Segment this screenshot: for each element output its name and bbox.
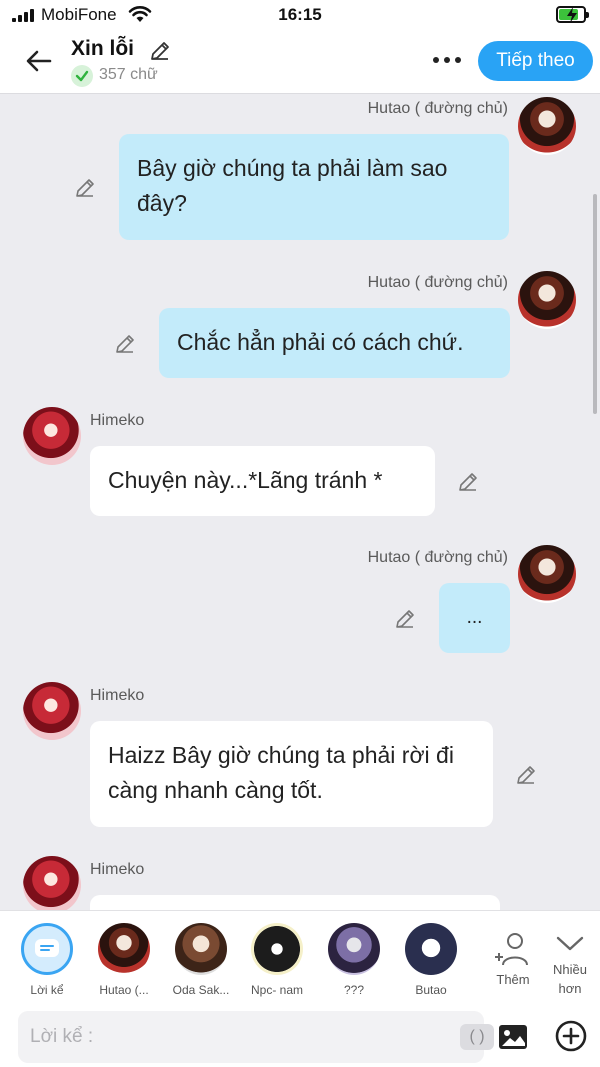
add-character-button[interactable]: Thêm: [491, 931, 535, 987]
character-unknown[interactable]: ???: [316, 921, 392, 997]
message-bubble[interactable]: Haizz Bây giờ chúng ta phải rời đi càng …: [90, 721, 493, 827]
message-bubble[interactable]: Chắc hẳn phải có cách chứ.: [159, 308, 510, 378]
character-label: Npc- nam: [250, 983, 303, 997]
message-bubble[interactable]: Bây giờ chúng ta phải làm sao đây?: [119, 134, 509, 240]
pencil-icon[interactable]: [393, 607, 417, 631]
speaker-name: Himeko: [90, 861, 145, 878]
speaker-name: Hutao ( đường chủ): [367, 100, 508, 117]
speaker-name: Hutao ( đường chủ): [367, 549, 508, 566]
more-dots-icon[interactable]: [433, 57, 461, 63]
narrator-icon: [21, 923, 73, 975]
story-title: Xin lỗi: [71, 37, 134, 60]
pencil-icon[interactable]: [73, 176, 97, 200]
clock: 16:15: [278, 5, 322, 24]
speaker-name: Himeko: [90, 412, 145, 429]
add-character-label: Thêm: [496, 972, 530, 987]
plus-circle-icon[interactable]: [554, 1019, 588, 1053]
story-header: Xin lỗi 357 chữ Tiếp theo: [0, 30, 600, 94]
avatar: [175, 923, 227, 975]
person-add-icon: [495, 933, 528, 966]
avatar: [251, 923, 303, 975]
battery-icon: [556, 6, 589, 23]
chevron-down-icon: [556, 936, 584, 951]
avatar: [23, 407, 81, 465]
message-bubble[interactable]: ...: [439, 583, 510, 653]
character-oda[interactable]: Oda Sak...: [163, 921, 239, 997]
message-input[interactable]: [30, 1011, 430, 1063]
more-characters-label: Nhiều hơn: [553, 962, 587, 996]
character-butao[interactable]: Butao: [393, 921, 469, 997]
speaker-name: Hutao ( đường chủ): [367, 274, 508, 291]
pencil-icon[interactable]: [514, 763, 538, 787]
speaker-name: Himeko: [90, 687, 145, 704]
pencil-icon[interactable]: [148, 39, 172, 63]
character-label: Hutao (...: [99, 983, 149, 997]
character-npc[interactable]: Npc- nam: [239, 921, 315, 997]
composer-panel: Lời kể Hutao (... Oda Sak... Npc- nam ??…: [0, 910, 600, 1067]
avatar: [405, 923, 457, 975]
pencil-icon[interactable]: [456, 470, 480, 494]
action-parentheses-button[interactable]: ( ): [460, 1024, 494, 1050]
pencil-icon[interactable]: [113, 332, 137, 356]
image-icon[interactable]: [497, 1021, 529, 1053]
message-bubble[interactable]: Chuyện này...*Lãng tránh *: [90, 446, 435, 516]
character-hutao[interactable]: Hutao (...: [86, 921, 162, 997]
avatar: [518, 97, 576, 155]
scrollbar[interactable]: [593, 194, 597, 414]
character-picker: Lời kể Hutao (... Oda Sak... Npc- nam ??…: [0, 921, 600, 1006]
status-bar: MobiFone 16:15: [0, 0, 600, 30]
character-label: Oda Sak...: [172, 983, 230, 997]
character-label: Lời kể: [30, 983, 64, 997]
avatar: [518, 271, 576, 329]
message-input-box[interactable]: ( ): [18, 1011, 494, 1063]
next-button[interactable]: Tiếp theo: [478, 41, 593, 81]
word-count: 357 chữ: [99, 66, 158, 83]
avatar: [23, 682, 81, 740]
avatar: [23, 856, 81, 910]
message-bubble[interactable]: [90, 895, 500, 910]
character-narrator[interactable]: Lời kể: [9, 921, 85, 997]
back-arrow-icon[interactable]: [22, 44, 56, 78]
chat-area[interactable]: Hutao ( đường chủ) Bây giờ chúng ta phải…: [0, 94, 600, 910]
more-characters-button[interactable]: Nhiều hơn: [548, 931, 592, 998]
character-label: ???: [343, 983, 365, 997]
check-icon: [71, 65, 93, 87]
character-label: Butao: [415, 983, 447, 997]
avatar: [98, 923, 150, 975]
avatar: [328, 923, 380, 975]
avatar: [518, 545, 576, 603]
